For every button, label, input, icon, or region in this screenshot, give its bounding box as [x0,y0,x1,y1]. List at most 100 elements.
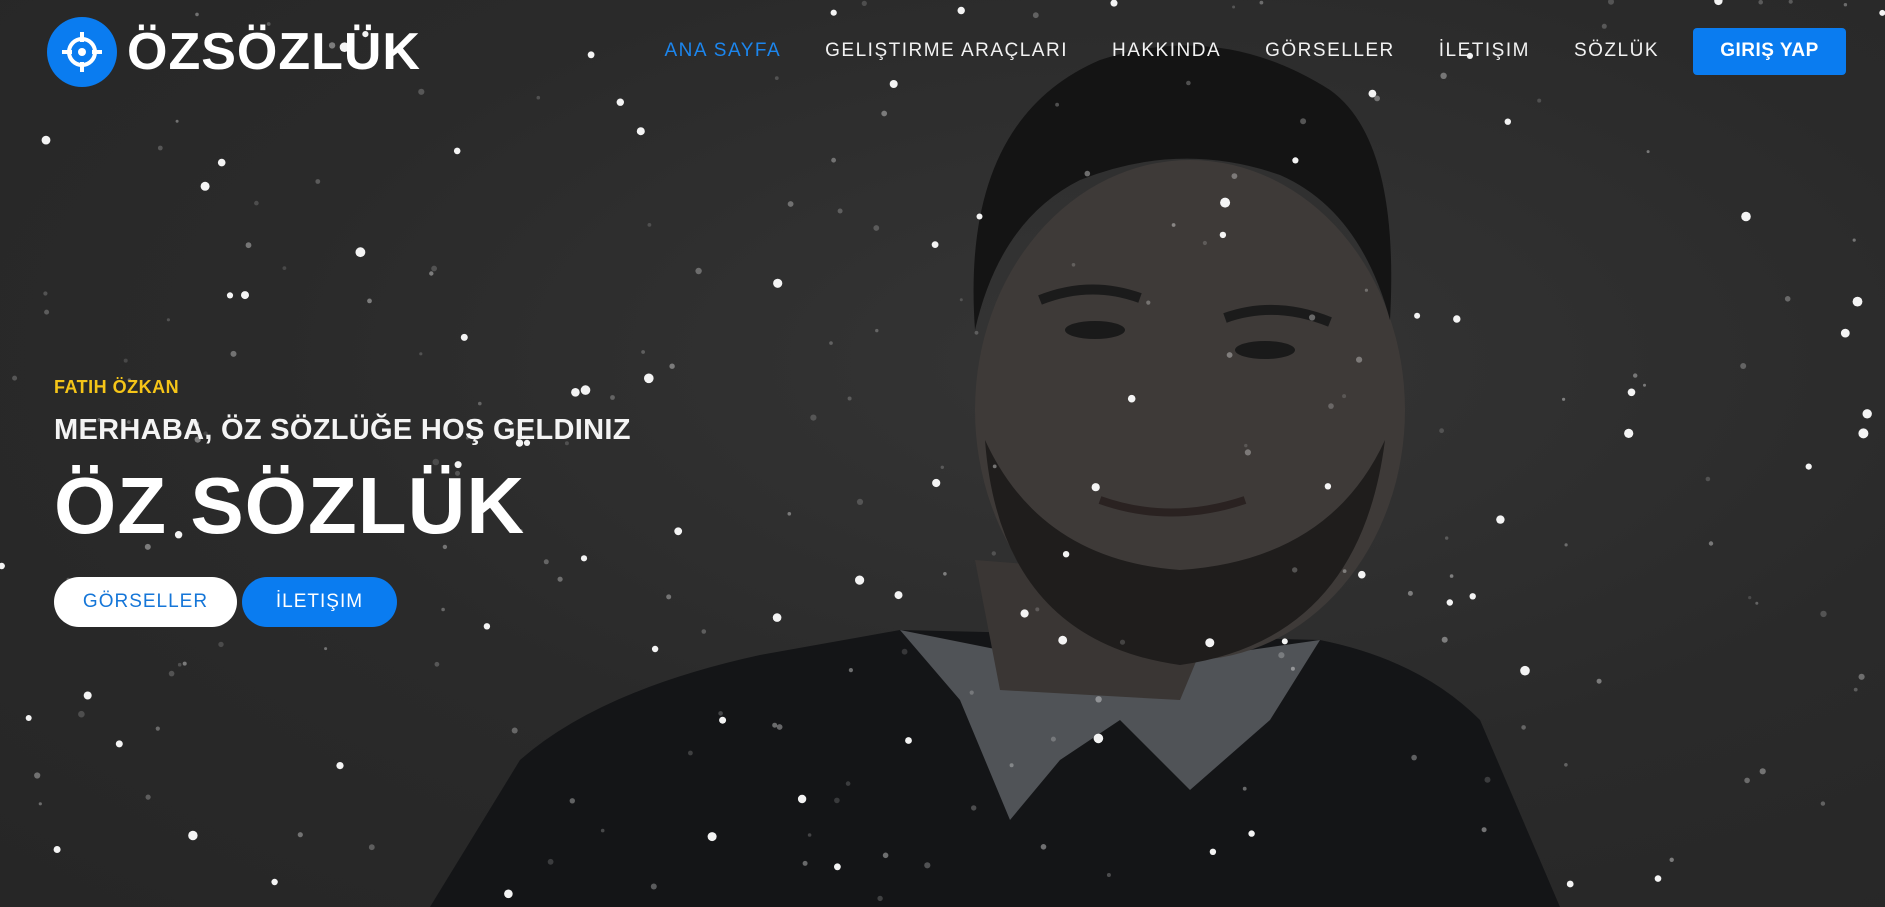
snow-particle [1055,102,1059,107]
snow-particle [1755,601,1759,605]
snow-particle [1328,403,1334,409]
snow-particle [1562,397,1566,401]
snow-particle [218,641,224,648]
snow-particle [155,726,160,731]
snow-particle [1852,296,1863,307]
hero-author-name: FATIH ÖZKAN [54,377,180,397]
snow-particle [53,846,61,853]
snow-particle [1858,673,1865,680]
hero-buttons: GÖRSELLER İLETIŞIM [54,577,631,627]
snow-particle [1058,635,1068,645]
snow-particle [419,352,423,356]
snow-particle [1324,483,1332,490]
snow-particle [881,110,888,117]
snow-particle [1520,665,1530,676]
snow-particle [641,350,645,354]
snow-particle [701,629,707,634]
login-button[interactable]: GIRIŞ YAP [1693,27,1846,75]
snow-particle [991,551,996,556]
snow-particle [719,716,727,724]
snow-particle [1820,610,1827,618]
snow-particle [1853,687,1858,692]
snow-particle [1566,880,1574,888]
snow-particle [1646,150,1650,154]
snow-particle [924,862,931,869]
snow-particle [600,828,605,833]
snow-particle [1292,567,1298,573]
snow-particle [38,802,42,806]
snow-particle [1820,801,1826,806]
brand-link[interactable]: ÖZSÖZLÜK [47,17,421,87]
snow-particle [787,201,794,207]
snow-particle [166,318,170,322]
crosshair-icon [47,17,117,87]
snow-particle [1309,314,1316,321]
snow-particle [12,375,18,381]
gallery-button[interactable]: GÖRSELLER [54,577,237,627]
snow-particle [1840,328,1850,338]
snow-particle [1248,830,1255,837]
snow-particle [1095,696,1102,703]
snow-particle [1242,786,1247,791]
snow-particle [282,266,287,270]
snow-particle [367,298,372,304]
nav-item-dictionary[interactable]: SÖZLÜK [1574,40,1659,62]
snow-particle [1481,827,1487,833]
snow-particle [1062,551,1070,558]
snow-particle [1521,725,1526,730]
snow-particle [834,797,840,804]
nav-item-home[interactable]: ANA SAYFA [665,40,782,62]
snow-particle [1449,574,1454,578]
snow-particle [1146,300,1151,305]
snow-particle [1624,428,1634,438]
snow-particle [1669,857,1674,862]
top-navbar: ÖZSÖZLÜK ANA SAYFA GELIŞTIRME ARAÇLARI H… [0,0,1885,100]
snow-particle [78,710,85,718]
snow-particle [1119,639,1126,645]
nav-item-contact[interactable]: İLETIŞIM [1439,40,1530,62]
snow-particle [807,833,812,837]
hero-title: ÖZ SÖZLÜK [54,461,526,550]
snow-particle [1106,873,1111,877]
snow-particle [115,740,123,748]
nav-menu: ANA SAYFA GELIŞTIRME ARAÇLARI HAKKINDA G… [621,27,1885,75]
nav-item-about[interactable]: HAKKINDA [1112,40,1221,62]
snow-particle [1071,263,1076,267]
snow-particle [810,414,817,421]
snow-particle [650,883,657,890]
snow-particle [1446,599,1454,606]
snow-particle [1469,593,1476,600]
snow-particle [1342,569,1347,573]
snow-particle [1035,607,1040,612]
snow-particle [959,298,963,302]
snow-particle [336,762,344,770]
snow-particle [1226,352,1233,358]
snow-particle [1205,638,1215,648]
snow-particle [1202,240,1207,246]
snow-particle [1220,197,1231,208]
snow-particle [297,832,303,838]
snow-particle [230,350,237,357]
snow-particle [845,781,851,786]
nav-item-gallery[interactable]: GÖRSELLER [1265,40,1395,62]
nav-item-dev-tools[interactable]: GELIŞTIRME ARAÇLARI [825,40,1068,62]
snow-particle [254,200,259,206]
snow-particle [504,889,513,899]
snow-particle [1862,409,1872,419]
snow-particle [1740,363,1747,369]
snow-particle [1564,543,1568,547]
snow-particle [145,794,151,800]
hero-content: FATIH ÖZKAN MERHABA, ÖZ SÖZLÜĞE HOŞ GELD… [54,377,631,627]
snow-particle [1292,157,1299,164]
snow-particle [1411,754,1417,761]
snow-particle [831,157,836,163]
snow-particle [217,158,226,167]
snow-particle [905,737,912,744]
brand-name: ÖZSÖZLÜK [127,23,421,81]
snow-particle [856,498,864,505]
snow-particle [1020,609,1029,618]
snow-particle [882,852,889,859]
snow-particle [175,119,179,123]
contact-button[interactable]: İLETIŞIM [242,577,397,627]
snow-particle [245,242,252,249]
